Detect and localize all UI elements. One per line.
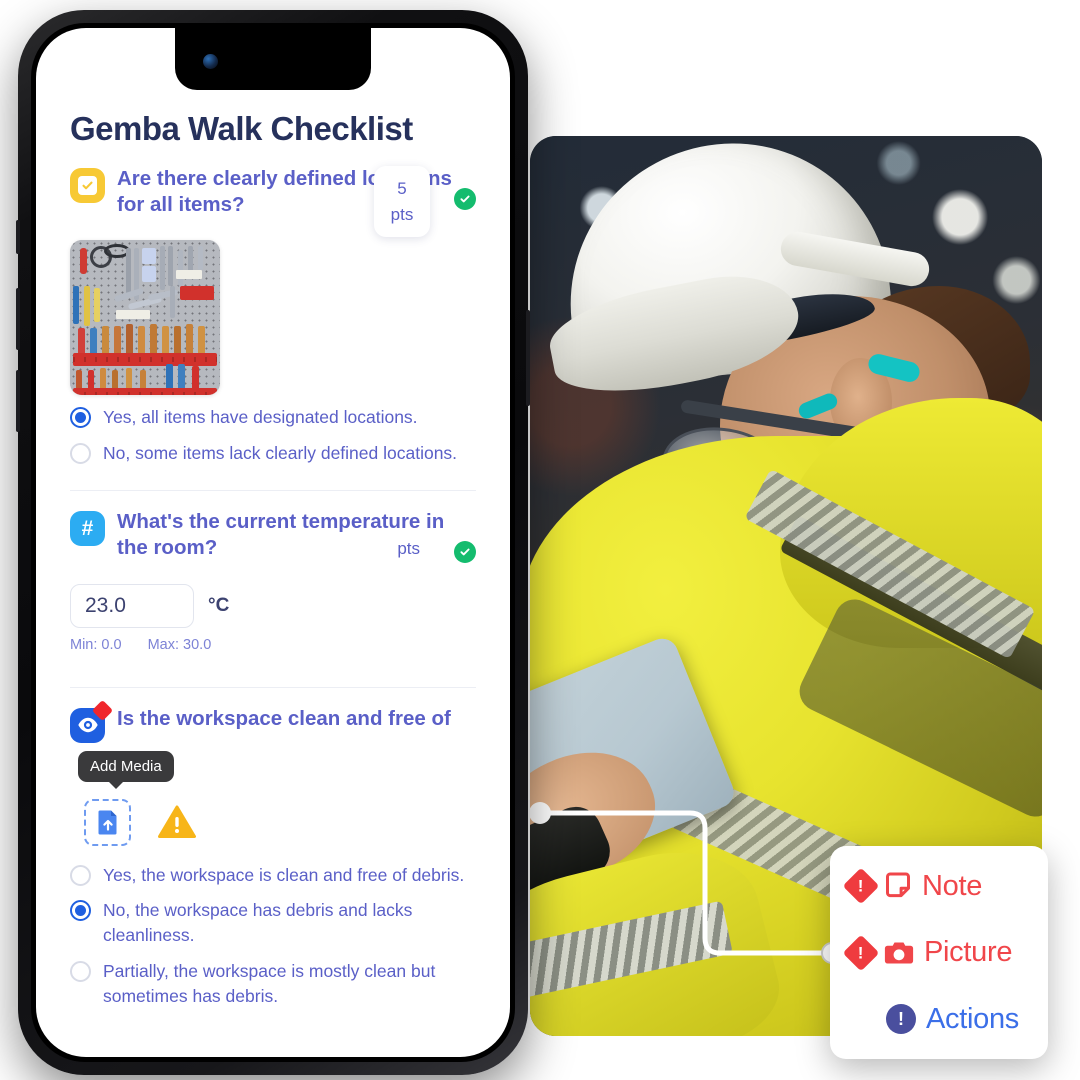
- option-label: No, some items lack clearly defined loca…: [103, 442, 458, 463]
- question-header-3: Is the workspace clean and free of: [70, 699, 476, 743]
- flag-icon: !: [842, 934, 880, 971]
- option-row[interactable]: Partially, the workspace is mostly clean…: [70, 959, 476, 1010]
- option-label: No, the workspace has debris and lacks c…: [103, 900, 413, 946]
- action-menu-item-picture[interactable]: ! Picture: [842, 929, 1030, 977]
- option-row[interactable]: Yes, the workspace is clean and free of …: [70, 863, 476, 888]
- question-header-1: Are there clearly defined locations for …: [70, 166, 476, 237]
- question-block-1: Are there clearly defined locations for …: [70, 148, 476, 484]
- checkbox-icon: [70, 168, 105, 203]
- phone-notch: [175, 28, 371, 90]
- action-menu-label-actions: Actions: [926, 1002, 1019, 1035]
- radio-button[interactable]: [70, 407, 91, 429]
- question-block-3: Is the workspace clean and free of Add M…: [70, 688, 476, 1028]
- question-header-2: # What's the current temperature in the …: [70, 509, 476, 564]
- camera-icon: [884, 942, 914, 963]
- option-label: Partially, the workspace is mostly clean…: [103, 960, 436, 1007]
- radio-button[interactable]: [70, 864, 91, 886]
- radio-button[interactable]: [70, 900, 91, 922]
- phone-screen: Gemba Walk Checklist Are there clearly d…: [36, 28, 510, 1057]
- page-title: Gemba Walk Checklist: [70, 110, 413, 147]
- option-row[interactable]: No, some items lack clearly defined loca…: [70, 441, 476, 466]
- points-unit-2: pts: [397, 539, 420, 559]
- add-media-tooltip: Add Media: [78, 750, 174, 789]
- exclamation-circle-icon: !: [886, 1004, 916, 1034]
- option-row[interactable]: Yes, all items have designated locations…: [70, 405, 476, 430]
- radio-button[interactable]: [70, 442, 91, 464]
- file-upload-icon: [98, 810, 116, 835]
- option-label: Yes, all items have designated locations…: [103, 407, 418, 428]
- numeric-input-row: 23.0 °C: [70, 583, 476, 628]
- min-label: Min: 0.0: [70, 636, 122, 653]
- add-media-row: Add Media: [70, 750, 476, 853]
- max-label: Max: 30.0: [147, 636, 212, 653]
- option-row[interactable]: No, the workspace has debris and lacks c…: [70, 898, 476, 949]
- eye-icon: [70, 699, 114, 743]
- points-badge-1: 5 pts: [374, 166, 430, 237]
- temperature-unit: °C: [208, 594, 230, 616]
- action-menu-label-note: Note: [922, 869, 983, 902]
- composite-scene: Gemba Walk Checklist Are there clearly d…: [0, 0, 1080, 1080]
- flag-icon: !: [842, 867, 880, 905]
- action-menu: ! Note ! Picture ! Actions: [830, 846, 1048, 1059]
- option-label: Yes, the workspace is clean and free of …: [103, 864, 465, 885]
- question-text-2: What's the current temperature in the ro…: [117, 510, 445, 560]
- question-block-2: # What's the current temperature in the …: [70, 491, 476, 660]
- note-icon: [886, 872, 910, 898]
- question-text-3: Is the workspace clean and free of: [117, 706, 451, 730]
- temperature-input[interactable]: 23.0: [70, 583, 194, 628]
- range-hints: Min: 0.0 Max: 30.0: [70, 637, 476, 653]
- attachment-thumbnail[interactable]: [70, 240, 220, 396]
- action-menu-item-note[interactable]: ! Note: [842, 862, 1030, 910]
- upload-file-button[interactable]: [84, 798, 131, 846]
- radio-button[interactable]: [70, 960, 91, 982]
- front-camera-icon: [203, 54, 218, 69]
- points-unit-1: pts: [390, 204, 414, 224]
- phone-mockup: Gemba Walk Checklist Are there clearly d…: [16, 10, 530, 1075]
- checklist-content: Gemba Walk Checklist Are there clearly d…: [36, 28, 510, 1057]
- action-menu-item-actions[interactable]: ! Actions: [848, 995, 1030, 1043]
- points-value-1: 5: [397, 179, 407, 198]
- action-menu-label-picture: Picture: [924, 936, 1013, 968]
- status-badge-1: [454, 188, 476, 210]
- number-icon: #: [70, 511, 105, 547]
- warning-icon: [158, 805, 196, 844]
